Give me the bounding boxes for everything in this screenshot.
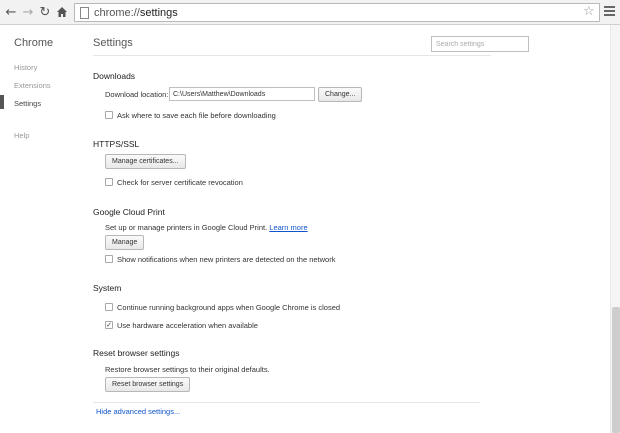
reset-section-title: Reset browser settings <box>93 348 180 358</box>
learn-more-link[interactable]: Learn more <box>269 223 307 232</box>
reset-description: Restore browser settings to their origin… <box>105 365 270 374</box>
home-icon <box>57 7 67 17</box>
sidebar-item-help[interactable]: Help <box>14 131 29 140</box>
sidebar-item-extensions[interactable]: Extensions <box>14 81 51 90</box>
manage-printers-button[interactable]: Manage <box>105 235 145 250</box>
checkmark-icon: ✓ <box>106 321 112 329</box>
forward-button[interactable]: → <box>20 4 36 20</box>
ask-save-label: Ask where to save each file before downl… <box>117 111 276 120</box>
settings-main: Settings Downloads Download location: C:… <box>80 25 610 433</box>
change-location-button[interactable]: Change... <box>318 87 363 102</box>
background-apps-label: Continue running background apps when Go… <box>117 303 341 312</box>
page-icon <box>80 7 89 19</box>
printer-notify-checkbox[interactable] <box>105 255 113 263</box>
hamburger-menu-icon <box>604 6 615 16</box>
hardware-acceleration-label: Use hardware acceleration when available <box>117 321 258 330</box>
hardware-acceleration-checkbox[interactable]: ✓ <box>105 321 113 329</box>
reload-icon: ↻ <box>39 4 51 20</box>
back-button[interactable]: ← <box>3 4 19 20</box>
search-settings-input[interactable] <box>431 36 529 52</box>
star-icon: ☆ <box>583 4 595 19</box>
arrow-right-icon: → <box>22 4 34 20</box>
system-section-title: System <box>93 283 122 293</box>
home-button[interactable] <box>54 4 70 20</box>
header-divider <box>93 55 491 56</box>
https-section-title: HTTPS/SSL <box>93 139 140 149</box>
cloud-print-section-title: Google Cloud Print <box>93 207 165 217</box>
sidebar-item-settings[interactable]: Settings <box>14 99 41 108</box>
download-location-field[interactable]: C:\Users\Matthew\Downloads <box>169 87 315 101</box>
page-scrollbar[interactable] <box>610 25 620 433</box>
revocation-label: Check for server certificate revocation <box>117 178 243 187</box>
cloud-print-description: Set up or manage printers in Google Clou… <box>105 223 308 232</box>
address-url: chrome://settings <box>94 7 178 19</box>
sidebar: Chrome History Extensions Settings Help <box>0 25 80 433</box>
reload-button[interactable]: ↻ <box>37 4 53 20</box>
ask-save-checkbox[interactable] <box>105 111 113 119</box>
address-bar[interactable]: chrome://settings <box>74 3 600 22</box>
sidebar-brand: Chrome <box>14 37 54 49</box>
hide-advanced-settings-link[interactable]: Hide advanced settings... <box>96 407 180 416</box>
manage-certificates-button[interactable]: Manage certificates... <box>105 154 186 169</box>
download-location-label: Download location: <box>105 90 169 99</box>
bookmark-star-button[interactable]: ☆ <box>583 4 595 20</box>
downloads-section-title: Downloads <box>93 71 136 81</box>
browser-toolbar: ← → ↻ chrome://settings ☆ <box>0 0 620 25</box>
sidebar-item-history[interactable]: History <box>14 63 37 72</box>
bottom-divider <box>93 402 480 403</box>
selected-indicator <box>0 95 4 109</box>
arrow-left-icon: ← <box>5 4 17 20</box>
reset-browser-settings-button[interactable]: Reset browser settings <box>105 377 191 392</box>
scrollbar-thumb[interactable] <box>612 307 620 433</box>
printer-notify-label: Show notifications when new printers are… <box>117 255 336 264</box>
background-apps-checkbox[interactable] <box>105 303 113 311</box>
chrome-menu-button[interactable] <box>604 6 615 17</box>
revocation-checkbox[interactable] <box>105 178 113 186</box>
page-title: Settings <box>93 37 133 49</box>
